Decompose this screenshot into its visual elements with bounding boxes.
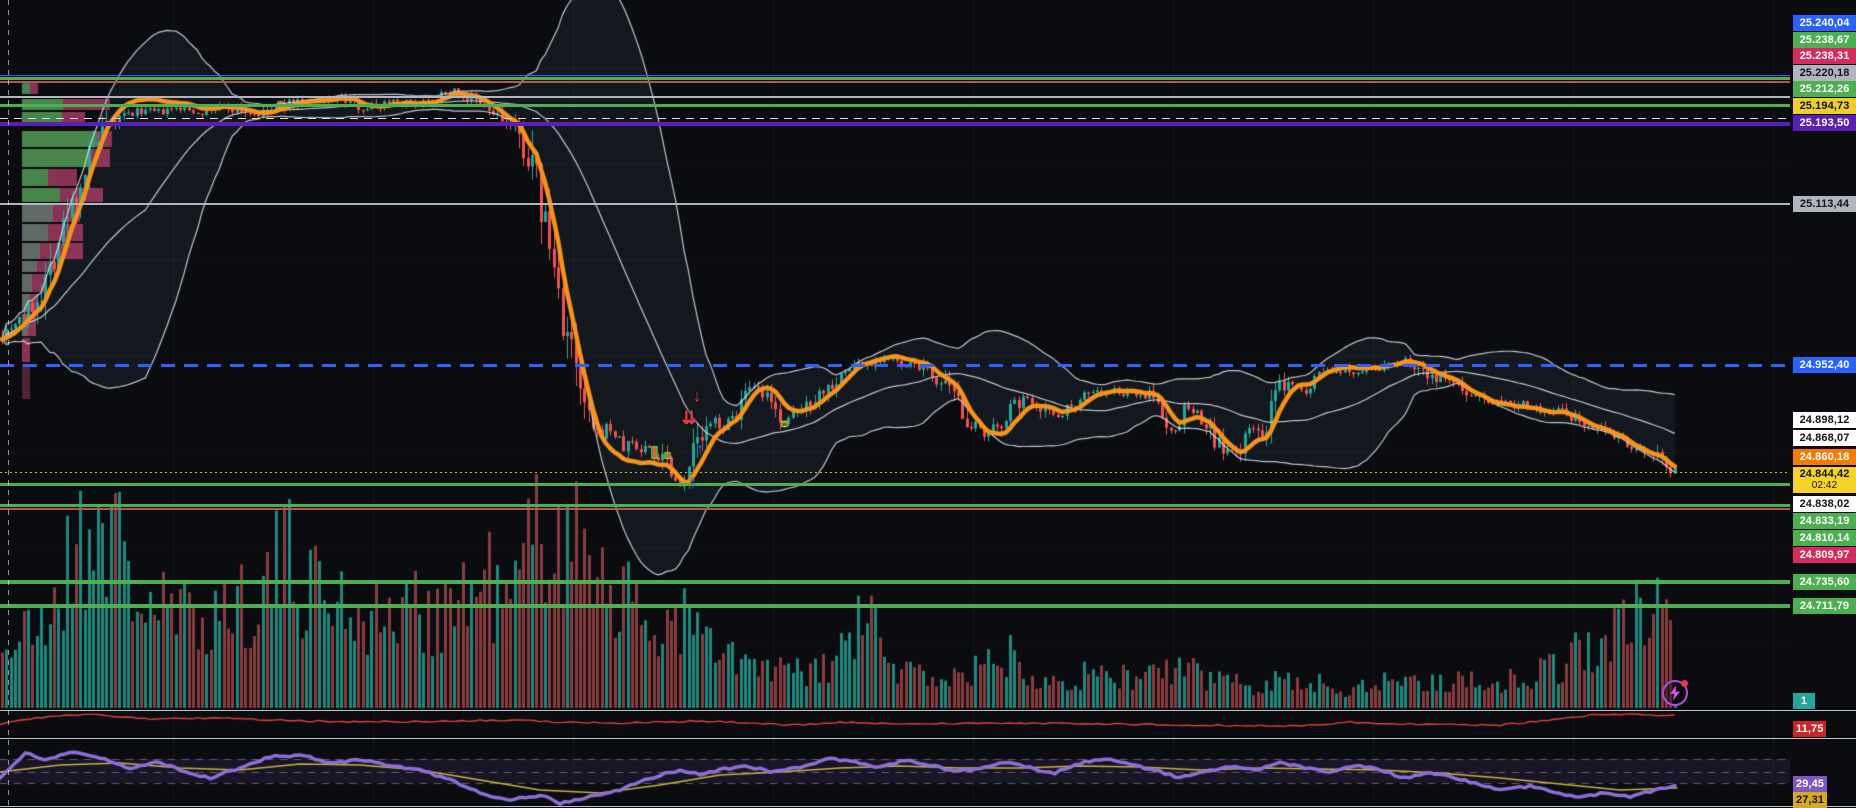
countdown-text: 02:42	[1812, 480, 1838, 492]
price-label-text: 27,31	[1796, 794, 1824, 806]
price-label-text: 24.844,42	[1800, 468, 1850, 480]
level-line[interactable]	[0, 472, 1790, 473]
level-line[interactable]	[0, 122, 1790, 126]
level-line[interactable]	[0, 96, 1790, 98]
price-label-text: 24.809,97	[1800, 549, 1850, 561]
price-label-text: 24.810,14	[1800, 532, 1850, 544]
price-label[interactable]: 24.833,19	[1793, 513, 1856, 529]
price-label[interactable]: 25.193,50	[1793, 115, 1856, 131]
price-label[interactable]: 25.238,31	[1793, 48, 1856, 64]
price-label[interactable]: 24.735,60	[1793, 574, 1856, 590]
price-label[interactable]: 25.194,73	[1793, 98, 1856, 114]
level-line[interactable]	[0, 203, 1790, 205]
price-label-text: 11,75	[1796, 723, 1823, 735]
price-label: 24.898,12	[1793, 412, 1856, 428]
level-line[interactable]	[0, 118, 1790, 119]
price-label: 24.868,07	[1793, 430, 1856, 446]
price-label-text: 24.833,19	[1800, 515, 1850, 527]
price-label-text: 24.838,02	[1800, 498, 1850, 510]
level-line[interactable]	[0, 104, 1790, 107]
level-line[interactable]	[0, 580, 1790, 584]
level-line[interactable]	[0, 483, 1790, 486]
price-label-text: 25.194,73	[1800, 100, 1850, 112]
price-label-text: 25.240,04	[1800, 17, 1850, 29]
price-label: 29,45	[1793, 776, 1827, 792]
price-label-text: 25.238,31	[1800, 50, 1850, 62]
price-label[interactable]: 25.240,04	[1793, 15, 1856, 31]
pane-separator[interactable]	[0, 806, 1856, 807]
price-label[interactable]: 24.810,14	[1793, 530, 1856, 546]
price-label-text: 29,45	[1796, 778, 1824, 790]
price-label[interactable]: 25.212,26	[1793, 81, 1856, 97]
price-label[interactable]: 24.809,97	[1793, 547, 1856, 563]
alert-dot-icon	[1681, 680, 1688, 687]
price-label-text: 25.220,18	[1800, 67, 1850, 79]
pane-separator[interactable]	[0, 710, 1856, 711]
price-label[interactable]: 24.711,79	[1793, 598, 1856, 614]
chart-root: ↓⇊↑↑ 25.240,0425.238,6725.238,3125.220,1…	[0, 0, 1856, 808]
level-line[interactable]	[0, 604, 1790, 608]
level-line[interactable]	[0, 508, 1790, 510]
price-label: 11,75	[1793, 721, 1826, 737]
flash-boost-icon[interactable]	[1662, 680, 1688, 706]
price-label-text: 1	[1801, 695, 1807, 707]
price-label-text: 25.212,26	[1800, 83, 1850, 95]
price-label-text: 25.193,50	[1800, 117, 1850, 129]
price-label[interactable]: 25.113,44	[1793, 196, 1856, 212]
sell-arrow-icon: ↓	[693, 388, 702, 405]
level-line[interactable]	[0, 75, 1790, 76]
price-label[interactable]: 25.220,18	[1793, 65, 1856, 81]
price-label-text: 24.898,12	[1800, 414, 1850, 426]
price-label: 27,31	[1793, 792, 1827, 808]
level-line[interactable]	[0, 504, 1790, 507]
price-label-text: 24.868,07	[1800, 432, 1850, 444]
price-label-text: 24.735,60	[1800, 576, 1850, 588]
price-label[interactable]: 25.238,67	[1793, 32, 1856, 48]
price-label[interactable]: 24.952,40	[1793, 357, 1856, 373]
price-label-text: 25.113,44	[1800, 198, 1849, 210]
buy-arrow-icon: ↑	[696, 441, 705, 458]
price-label-text: 24.711,79	[1800, 600, 1849, 612]
level-line[interactable]	[0, 364, 1790, 367]
price-label-text: 24.952,40	[1800, 359, 1850, 371]
current-price-label: 24.844,4202:42	[1793, 467, 1856, 493]
buy-arrow-icon: ↑	[689, 473, 698, 491]
price-label: 24.838,02	[1793, 496, 1856, 512]
session-start-line	[8, 0, 9, 808]
price-label: 1	[1793, 693, 1815, 709]
level-line[interactable]	[0, 77, 1790, 80]
strong-sell-arrow-icon: ⇊	[681, 409, 696, 427]
price-label: 24.860,18	[1793, 449, 1856, 465]
level-line[interactable]	[0, 81, 1790, 83]
price-label-text: 25.238,67	[1800, 34, 1850, 46]
price-label-text: 24.860,18	[1800, 451, 1850, 463]
pane-separator[interactable]	[0, 738, 1856, 739]
